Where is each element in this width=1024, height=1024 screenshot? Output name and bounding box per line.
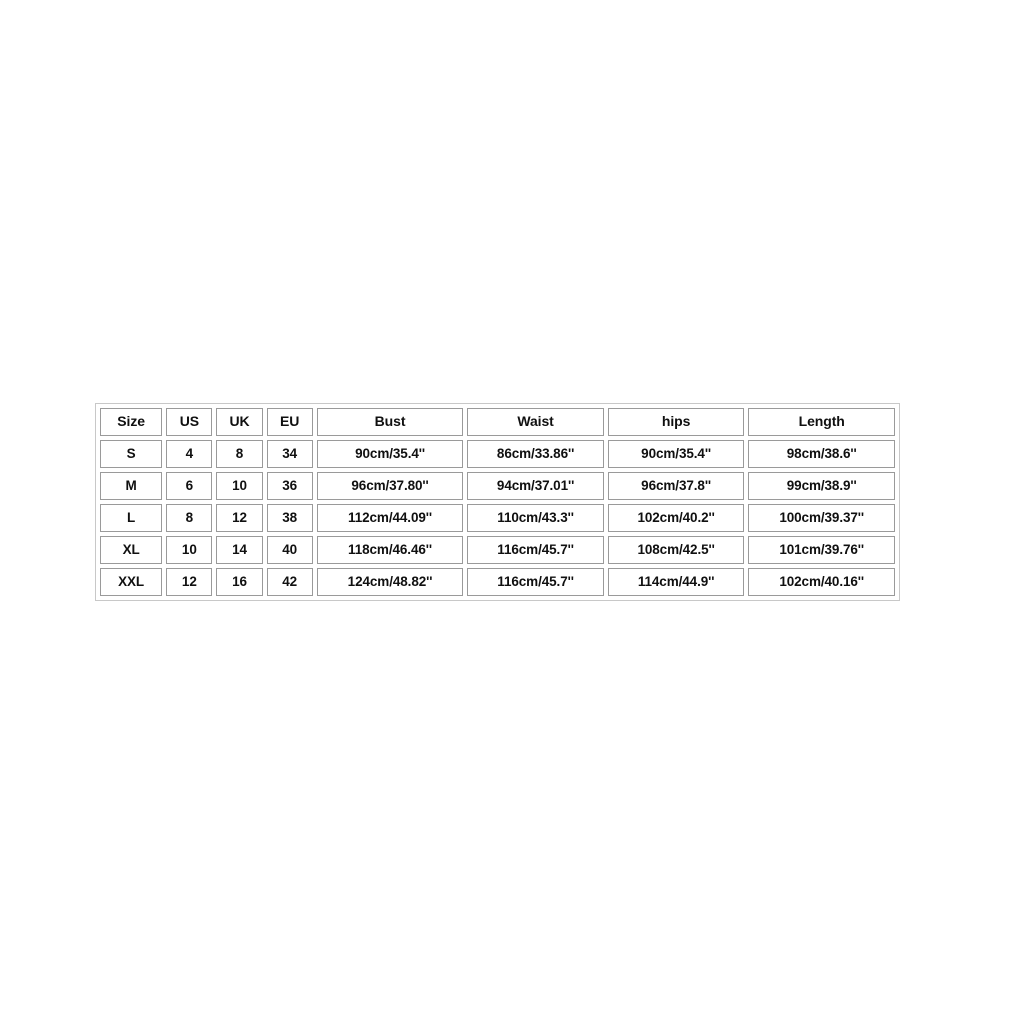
cell-bust: 124cm/48.82'' bbox=[316, 568, 464, 596]
cell-size: XL bbox=[100, 536, 163, 564]
cell-size: L bbox=[100, 504, 163, 532]
cell-length: 102cm/40.16'' bbox=[748, 568, 895, 596]
table-row: M 6 10 36 96cm/37.80'' 94cm/37.01'' 96cm… bbox=[100, 472, 895, 500]
cell-length: 101cm/39.76'' bbox=[748, 536, 895, 564]
cell-waist: 94cm/37.01'' bbox=[467, 472, 604, 500]
column-header-waist: Waist bbox=[467, 408, 604, 436]
cell-us: 8 bbox=[166, 504, 213, 532]
cell-uk: 16 bbox=[216, 568, 263, 596]
cell-waist: 86cm/33.86'' bbox=[467, 440, 604, 468]
cell-size: S bbox=[100, 440, 163, 468]
column-header-us: US bbox=[166, 408, 213, 436]
cell-waist: 110cm/43.3'' bbox=[467, 504, 604, 532]
column-header-uk: UK bbox=[216, 408, 263, 436]
cell-eu: 40 bbox=[266, 536, 313, 564]
cell-size: XXL bbox=[100, 568, 163, 596]
column-header-bust: Bust bbox=[316, 408, 464, 436]
column-header-size: Size bbox=[100, 408, 163, 436]
cell-bust: 118cm/46.46'' bbox=[316, 536, 464, 564]
table-header-row: Size US UK EU Bust Waist hips Length bbox=[100, 408, 895, 436]
cell-waist: 116cm/45.7'' bbox=[467, 536, 604, 564]
cell-eu: 36 bbox=[266, 472, 313, 500]
cell-uk: 12 bbox=[216, 504, 263, 532]
cell-uk: 8 bbox=[216, 440, 263, 468]
cell-hips: 102cm/40.2'' bbox=[607, 504, 745, 532]
size-chart-body: S 4 8 34 90cm/35.4'' 86cm/33.86'' 90cm/3… bbox=[100, 440, 895, 596]
table-row: S 4 8 34 90cm/35.4'' 86cm/33.86'' 90cm/3… bbox=[100, 440, 895, 468]
cell-bust: 96cm/37.80'' bbox=[316, 472, 464, 500]
cell-hips: 96cm/37.8'' bbox=[607, 472, 745, 500]
cell-size: M bbox=[100, 472, 163, 500]
cell-bust: 112cm/44.09'' bbox=[316, 504, 464, 532]
size-chart-header: Size US UK EU Bust Waist hips Length bbox=[100, 408, 895, 436]
cell-us: 4 bbox=[166, 440, 213, 468]
table-row: XXL 12 16 42 124cm/48.82'' 116cm/45.7'' … bbox=[100, 568, 895, 596]
table-row: L 8 12 38 112cm/44.09'' 110cm/43.3'' 102… bbox=[100, 504, 895, 532]
cell-eu: 42 bbox=[266, 568, 313, 596]
cell-hips: 90cm/35.4'' bbox=[607, 440, 745, 468]
cell-bust: 90cm/35.4'' bbox=[316, 440, 464, 468]
table-row: XL 10 14 40 118cm/46.46'' 116cm/45.7'' 1… bbox=[100, 536, 895, 564]
cell-length: 98cm/38.6'' bbox=[748, 440, 895, 468]
column-header-eu: EU bbox=[266, 408, 313, 436]
size-chart-table: Size US UK EU Bust Waist hips Length S 4… bbox=[95, 403, 900, 601]
cell-uk: 10 bbox=[216, 472, 263, 500]
cell-length: 100cm/39.37'' bbox=[748, 504, 895, 532]
cell-hips: 114cm/44.9'' bbox=[607, 568, 745, 596]
cell-waist: 116cm/45.7'' bbox=[467, 568, 604, 596]
cell-length: 99cm/38.9'' bbox=[748, 472, 895, 500]
cell-eu: 34 bbox=[266, 440, 313, 468]
cell-hips: 108cm/42.5'' bbox=[607, 536, 745, 564]
cell-eu: 38 bbox=[266, 504, 313, 532]
column-header-length: Length bbox=[748, 408, 895, 436]
cell-uk: 14 bbox=[216, 536, 263, 564]
cell-us: 12 bbox=[166, 568, 213, 596]
cell-us: 6 bbox=[166, 472, 213, 500]
column-header-hips: hips bbox=[607, 408, 745, 436]
cell-us: 10 bbox=[166, 536, 213, 564]
size-chart-container: Size US UK EU Bust Waist hips Length S 4… bbox=[95, 403, 904, 608]
